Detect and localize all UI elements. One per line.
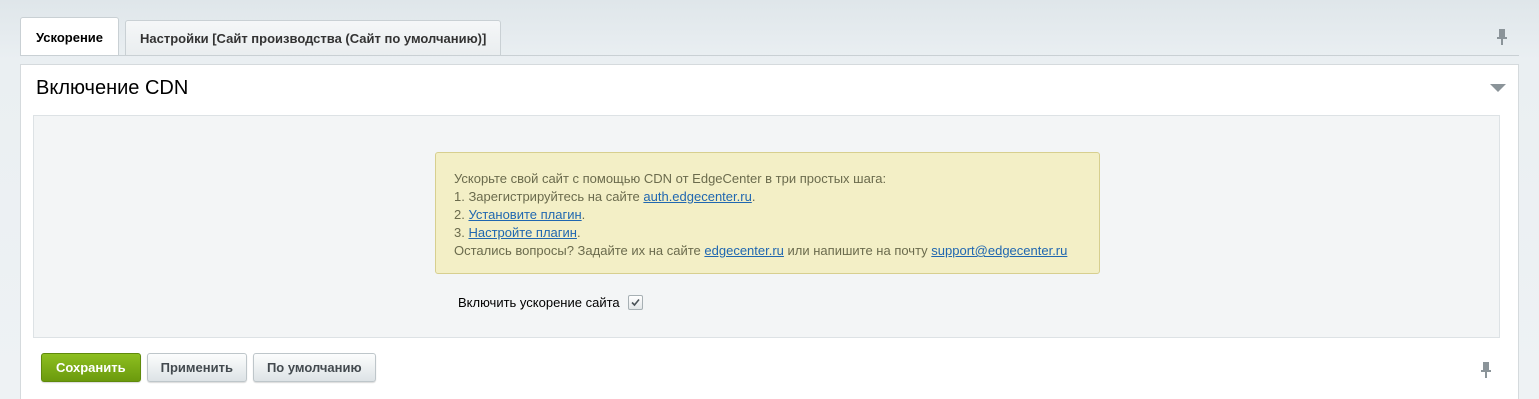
- collapse-arrow-icon[interactable]: [1490, 84, 1506, 92]
- questions-middle-text: или напишите на почту: [783, 243, 932, 258]
- notice-intro: Ускорьте свой сайт с помощью CDN от Edge…: [454, 171, 887, 186]
- edgecenter-site-link[interactable]: edgecenter.ru: [704, 243, 784, 258]
- info-notice: Ускорьте свой сайт с помощью CDN от Edge…: [435, 152, 1100, 274]
- tab-bar: Ускорение Настройки [Сайт производства (…: [20, 17, 507, 56]
- step-2-suffix: .: [581, 207, 586, 222]
- auth-link[interactable]: auth.edgecenter.ru: [643, 189, 751, 204]
- step-2-text: 2.: [454, 207, 469, 222]
- tab-settings[interactable]: Настройки [Сайт производства (Сайт по ум…: [125, 20, 502, 56]
- notice-step-1: 1. Зарегистрируйтесь на сайте auth.edgec…: [454, 188, 1081, 206]
- enable-acceleration-checkbox[interactable]: [627, 295, 643, 310]
- step-1-suffix: .: [751, 189, 756, 204]
- notice-step-2: 2. Установите плагин.: [454, 206, 1081, 224]
- cdn-panel: Включение CDN Ускорьте свой сайт с помощ…: [20, 64, 1519, 399]
- tab-acceleration[interactable]: Ускорение: [20, 17, 120, 56]
- default-button[interactable]: По умолчанию: [252, 353, 376, 382]
- step-3-text: 3.: [454, 225, 469, 240]
- step-1-text: 1. Зарегистрируйтесь на сайте: [454, 189, 644, 204]
- panel-title: Включение CDN: [36, 77, 189, 99]
- form-actions: Сохранить Применить По умолчанию: [41, 353, 382, 382]
- pin-icon[interactable]: [1495, 28, 1509, 46]
- step-3-suffix: .: [576, 225, 581, 240]
- configure-plugin-link[interactable]: Настройте плагин: [468, 225, 576, 240]
- install-plugin-link[interactable]: Установите плагин: [468, 207, 581, 222]
- notice-step-3: 3. Настройте плагин.: [454, 224, 1081, 242]
- tab-divider: [20, 55, 1519, 56]
- questions-text: Остались вопросы? Задайте их на сайте: [454, 243, 705, 258]
- checkmark-icon: [631, 298, 640, 307]
- page: Ускорение Настройки [Сайт производства (…: [0, 0, 1539, 399]
- content-area: Ускорьте свой сайт с помощью CDN от Edge…: [33, 115, 1500, 338]
- enable-acceleration-row: Включить ускорение сайта: [458, 295, 643, 310]
- apply-button[interactable]: Применить: [146, 353, 247, 382]
- enable-acceleration-label: Включить ускорение сайта: [458, 295, 620, 310]
- save-button[interactable]: Сохранить: [41, 353, 141, 382]
- support-email-link[interactable]: support@edgecenter.ru: [931, 243, 1067, 258]
- notice-questions: Остались вопросы? Задайте их на сайте ed…: [454, 242, 1081, 260]
- pin-icon[interactable]: [1479, 361, 1493, 379]
